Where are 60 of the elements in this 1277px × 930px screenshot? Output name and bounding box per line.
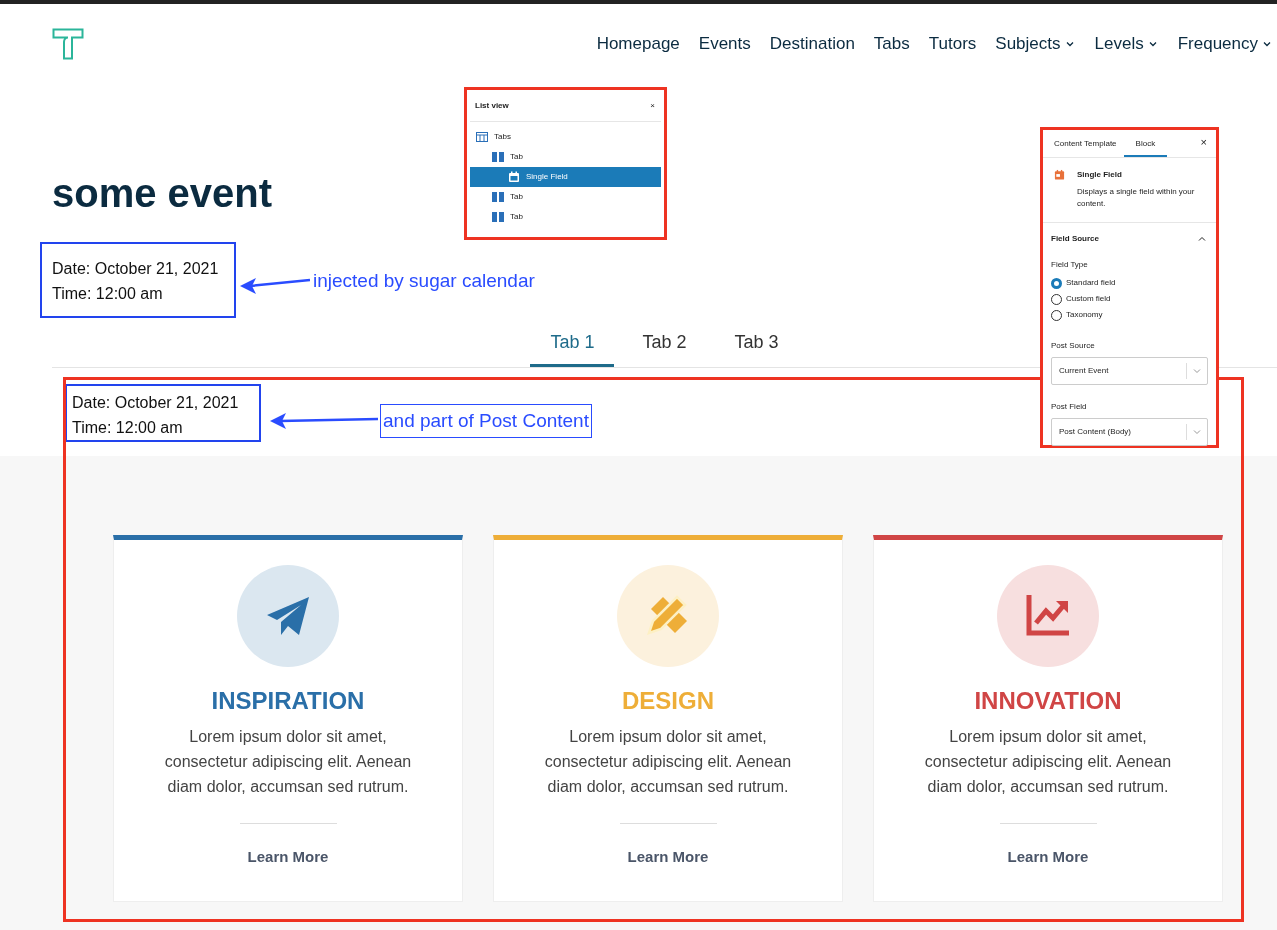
nav-link[interactable]: Homepage (596, 32, 680, 56)
event-date: Date: October 21, 2021 (72, 393, 239, 413)
panel-tab[interactable]: Block (1123, 132, 1168, 157)
field-label: Post Source (1051, 340, 1095, 352)
tree-item[interactable]: Tabs (470, 127, 661, 147)
annotation-text: injected by sugar calendar (313, 269, 535, 293)
select-field[interactable]: Current Event (1051, 357, 1208, 385)
panel-title: List view (475, 99, 509, 112)
tree-item[interactable]: Single Field (470, 167, 661, 187)
annotation-text: and part of Post Content (380, 404, 592, 438)
radio-label: Standard field (1066, 277, 1116, 289)
radio-button[interactable] (1051, 277, 1062, 289)
nav-link[interactable]: Tutors (928, 32, 977, 56)
feature-title: INNOVATION (974, 686, 1122, 716)
nav-link[interactable]: Tabs (873, 32, 910, 56)
chevron-up-icon (1198, 235, 1206, 243)
section-header[interactable]: Field Source (1043, 223, 1216, 245)
page-title: some event (52, 170, 273, 217)
nav-link[interactable]: Subjects (995, 32, 1076, 56)
learn-more-link[interactable]: Learn More (1007, 846, 1089, 869)
tabs-icon (476, 131, 488, 143)
logo-icon (52, 28, 84, 60)
feature-description: Lorem ipsum dolor sit amet, consectetur adipiscing elit. Aenean diam dolor, accumsan sed rutrum. (163, 727, 413, 797)
feature-description: Lorem ipsum dolor sit amet, consectetur adipiscing elit. Aenean diam dolor, accumsan sed rutrum. (923, 727, 1173, 797)
event-time: Time: 12:00 am (52, 284, 163, 304)
chevron-down-icon (1193, 428, 1201, 436)
feature-description: Lorem ipsum dolor sit amet, consectetur adipiscing elit. Aenean diam dolor, accumsan sed rutrum. (543, 727, 793, 797)
nav-link[interactable]: Levels (1094, 32, 1159, 56)
learn-more-link[interactable]: Learn More (627, 846, 709, 869)
tab[interactable]: Tab 1 (530, 326, 615, 367)
tab[interactable]: Tab 3 (714, 326, 799, 367)
tree-item[interactable]: Tab (470, 207, 661, 227)
learn-more-link[interactable]: Learn More (247, 846, 329, 869)
columns-icon (492, 191, 504, 203)
tab[interactable]: Tab 2 (622, 326, 707, 367)
nav-link[interactable]: Frequency (1177, 32, 1273, 56)
event-date: Date: October 21, 2021 (52, 259, 219, 279)
calendar-icon (508, 171, 520, 183)
block-name: Single Field (1077, 169, 1123, 181)
annotation-arrow (238, 276, 310, 296)
block-description: Displays a single field within your content. (1077, 186, 1196, 210)
columns-icon (492, 151, 504, 163)
radio-label: Custom field (1066, 293, 1111, 305)
select-field[interactable]: Post Content (Body) (1051, 418, 1208, 446)
chevron-down-icon (1193, 367, 1201, 375)
feature-title: INSPIRATION (211, 686, 365, 716)
nav-link[interactable]: Events (698, 32, 751, 56)
nav-link[interactable]: Destination (769, 32, 855, 56)
field-label: Field Type (1051, 259, 1088, 271)
columns-icon (492, 211, 504, 223)
close-button[interactable]: × (650, 99, 655, 112)
tree-item[interactable]: Tab (470, 187, 661, 207)
event-time: Time: 12:00 am (72, 418, 183, 438)
tree-item[interactable]: Tab (470, 147, 661, 167)
calendar-icon (1054, 169, 1065, 181)
field-label: Post Field (1051, 401, 1087, 413)
close-button[interactable]: × (1195, 133, 1212, 157)
feature-title: DESIGN (622, 686, 714, 716)
panel-tab[interactable]: Content Template (1047, 132, 1124, 157)
radio-label: Taxonomy (1066, 309, 1103, 321)
